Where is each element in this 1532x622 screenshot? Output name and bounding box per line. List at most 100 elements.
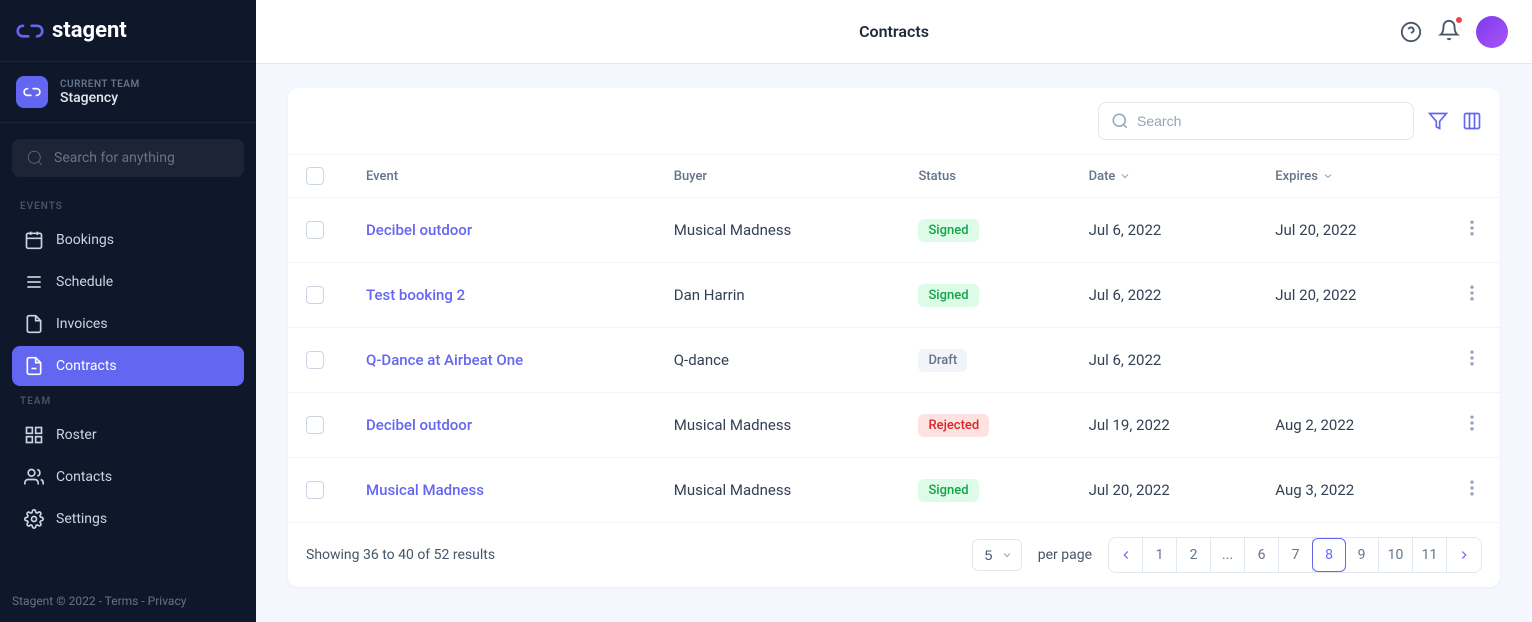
sidebar-footer: Stagent © 2022 - Terms - Privacy xyxy=(0,580,256,622)
notifications-button[interactable] xyxy=(1438,19,1460,45)
chevron-left-icon xyxy=(1119,548,1133,562)
sidebar-item-contracts[interactable]: Contracts xyxy=(12,346,244,386)
table-toolbar xyxy=(288,88,1500,154)
contacts-icon xyxy=(24,467,44,487)
event-link[interactable]: Test booking 2 xyxy=(366,286,465,304)
team-icon xyxy=(16,76,48,108)
table-row: Q-Dance at Airbeat One Q-dance Draft Jul… xyxy=(288,328,1500,393)
date-cell: Jul 19, 2022 xyxy=(1071,393,1258,458)
terms-link[interactable]: Terms xyxy=(105,594,139,608)
avatar[interactable] xyxy=(1476,16,1508,48)
settings-icon xyxy=(24,509,44,529)
team-selector[interactable]: CURRENT TEAM Stagency xyxy=(0,61,256,123)
page-next[interactable] xyxy=(1447,538,1481,572)
table-row: Musical Madness Musical Madness Signed J… xyxy=(288,458,1500,523)
date-cell: Jul 6, 2022 xyxy=(1071,198,1258,263)
sidebar-item-label: Settings xyxy=(56,511,107,527)
contracts-icon xyxy=(24,356,44,376)
sidebar-search-placeholder: Search for anything xyxy=(54,150,175,166)
sidebar-item-contacts[interactable]: Contacts xyxy=(12,457,244,497)
row-checkbox[interactable] xyxy=(306,351,324,369)
page-ellipsis: ... xyxy=(1211,538,1245,572)
sidebar-item-settings[interactable]: Settings xyxy=(12,499,244,539)
row-checkbox[interactable] xyxy=(306,221,324,239)
table-row: Test booking 2 Dan Harrin Signed Jul 6, … xyxy=(288,263,1500,328)
pagination: 12...67891011 xyxy=(1108,537,1482,573)
more-vertical-icon[interactable] xyxy=(1462,218,1482,238)
row-checkbox[interactable] xyxy=(306,286,324,304)
contracts-table: Event Buyer Status Date Expires Decibel … xyxy=(288,154,1500,523)
table-row: Decibel outdoor Musical Madness Signed J… xyxy=(288,198,1500,263)
buyer-cell: Dan Harrin xyxy=(656,263,901,328)
page-number[interactable]: 11 xyxy=(1413,538,1447,572)
sidebar-item-schedule[interactable]: Schedule xyxy=(12,262,244,302)
more-vertical-icon[interactable] xyxy=(1462,413,1482,433)
col-event[interactable]: Event xyxy=(348,155,656,198)
filter-icon[interactable] xyxy=(1428,111,1448,131)
columns-icon[interactable] xyxy=(1462,111,1482,131)
more-vertical-icon[interactable] xyxy=(1462,283,1482,303)
notification-dot xyxy=(1456,17,1462,23)
expires-cell: Aug 3, 2022 xyxy=(1257,458,1444,523)
status-badge: Signed xyxy=(918,479,978,502)
page-number[interactable]: 8 xyxy=(1312,538,1346,572)
date-cell: Jul 6, 2022 xyxy=(1071,263,1258,328)
main-content: Contracts xyxy=(256,0,1532,622)
brand-logo[interactable]: stagent xyxy=(0,0,256,61)
more-vertical-icon[interactable] xyxy=(1462,478,1482,498)
sidebar-item-label: Invoices xyxy=(56,316,108,332)
chevron-down-icon xyxy=(1119,170,1131,182)
event-link[interactable]: Decibel outdoor xyxy=(366,416,472,434)
search-input[interactable] xyxy=(1137,113,1401,129)
sidebar: stagent CURRENT TEAM Stagency Search for… xyxy=(0,0,256,622)
page-number[interactable]: 6 xyxy=(1245,538,1279,572)
select-all-checkbox[interactable] xyxy=(306,167,324,185)
sidebar-item-roster[interactable]: Roster xyxy=(12,415,244,455)
section-events-label: EVENTS xyxy=(0,193,256,220)
date-cell: Jul 20, 2022 xyxy=(1071,458,1258,523)
sidebar-item-bookings[interactable]: Bookings xyxy=(12,220,244,260)
invoices-icon xyxy=(24,314,44,334)
date-cell: Jul 6, 2022 xyxy=(1071,328,1258,393)
chevron-down-icon xyxy=(1322,170,1334,182)
privacy-link[interactable]: Privacy xyxy=(148,594,187,608)
col-expires[interactable]: Expires xyxy=(1257,155,1444,198)
row-checkbox[interactable] xyxy=(306,481,324,499)
buyer-cell: Musical Madness xyxy=(656,458,901,523)
event-link[interactable]: Q-Dance at Airbeat One xyxy=(366,351,523,369)
sidebar-item-label: Schedule xyxy=(56,274,113,290)
col-date[interactable]: Date xyxy=(1071,155,1258,198)
more-vertical-icon[interactable] xyxy=(1462,348,1482,368)
help-icon[interactable] xyxy=(1400,21,1422,43)
expires-cell: Jul 20, 2022 xyxy=(1257,263,1444,328)
page-number[interactable]: 10 xyxy=(1379,538,1413,572)
page-number[interactable]: 7 xyxy=(1279,538,1313,572)
brand-name: stagent xyxy=(52,18,127,43)
buyer-cell: Musical Madness xyxy=(656,198,901,263)
expires-cell: Jul 20, 2022 xyxy=(1257,198,1444,263)
event-link[interactable]: Musical Madness xyxy=(366,481,484,499)
table-row: Decibel outdoor Musical Madness Rejected… xyxy=(288,393,1500,458)
table-footer: Showing 36 to 40 of 52 results 5 per pag… xyxy=(288,523,1500,587)
section-team-label: TEAM xyxy=(0,388,256,415)
table-search[interactable] xyxy=(1098,102,1414,140)
sidebar-search[interactable]: Search for anything xyxy=(12,139,244,177)
status-badge: Signed xyxy=(918,284,978,307)
sidebar-item-invoices[interactable]: Invoices xyxy=(12,304,244,344)
row-checkbox[interactable] xyxy=(306,416,324,434)
page-header: Contracts xyxy=(256,0,1532,64)
event-link[interactable]: Decibel outdoor xyxy=(366,221,472,239)
per-page-select[interactable]: 5 xyxy=(972,539,1022,571)
col-buyer[interactable]: Buyer xyxy=(656,155,901,198)
status-badge: Signed xyxy=(918,219,978,242)
page-prev[interactable] xyxy=(1109,538,1143,572)
bookings-icon xyxy=(24,230,44,250)
buyer-cell: Q-dance xyxy=(656,328,901,393)
copyright: Stagent © 2022 xyxy=(12,594,96,608)
page-number[interactable]: 1 xyxy=(1143,538,1177,572)
col-status[interactable]: Status xyxy=(900,155,1070,198)
page-number[interactable]: 2 xyxy=(1177,538,1211,572)
status-badge: Draft xyxy=(918,349,967,372)
expires-cell xyxy=(1257,328,1444,393)
page-number[interactable]: 9 xyxy=(1345,538,1379,572)
